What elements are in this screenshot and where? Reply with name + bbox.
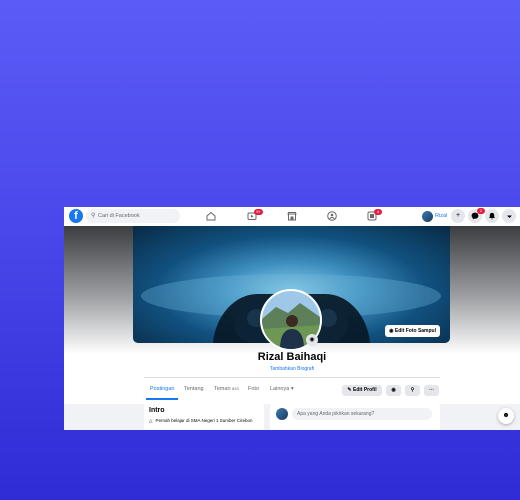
groups-badge: 4 [374,209,382,215]
caret-down-icon: ▾ [290,386,294,392]
more-options-button[interactable]: ⋯ [424,385,439,396]
intro-title: Intro [149,407,165,414]
profile-name: Rizal Baihaqi [257,351,327,363]
search-profile-button[interactable]: ⚲ [405,385,420,396]
groups-icon[interactable] [326,210,338,222]
edit-cover-button[interactable]: ◉ Edit Foto Sampul [385,325,440,337]
marketplace-icon[interactable] [286,210,298,222]
search-placeholder: Cari di Facebook [98,213,140,219]
facebook-window: f ⚲ Cari di Facebook 9+ 4 Rizal + 2 ◉ Ed… [64,207,520,430]
tab-friends-label: Teman [214,386,231,392]
tab-more-label: Lainnya [270,386,290,392]
camera-icon: ◉ [309,337,315,343]
profile-header: ◉ Edit Foto Sampul ◉ Rizal Baihaqi Tamba… [64,226,520,404]
tab-photos[interactable]: Foto [248,386,259,392]
education-text: Pernah belajar di SMA Negeri 1 Sumber Ci… [155,418,253,423]
graduation-cap-icon: △ [149,418,153,423]
edit-profile-button[interactable]: ✎ Edit Profil [342,385,382,396]
edit-profile-label: Edit Profil [352,387,377,393]
intro-card: Intro △ Pernah belajar di SMA Negeri 1 S… [144,403,264,430]
account-menu-button[interactable] [502,209,516,223]
messenger-badge: 2 [477,208,485,214]
eye-icon: ◉ [391,387,396,393]
camera-icon: ◉ [389,328,394,334]
chevron-down-icon [506,215,512,218]
change-profile-photo-button[interactable]: ◉ [306,334,318,346]
search-input[interactable]: ⚲ Cari di Facebook [86,209,180,223]
pencil-icon: ✎ [347,387,352,393]
tab-about[interactable]: Tentang [184,386,204,392]
divider [144,377,440,378]
profile-tabs: Postingan Tentang Teman 833 Foto Lainnya… [144,379,440,401]
tab-posts[interactable]: Postingan [150,386,174,392]
video-badge: 9+ [254,209,263,215]
education-item: △ Pernah belajar di SMA Negeri 1 Sumber … [149,418,259,424]
edit-cover-label: Edit Foto Sampul [394,328,436,334]
active-tab-indicator [146,398,178,400]
add-bio-link[interactable]: Tambahkan Biografi [64,366,520,372]
new-message-button[interactable]: ☻ [498,408,514,424]
tab-more[interactable]: Lainnya ▾ [270,386,294,392]
bell-icon [489,212,495,220]
avatar [276,408,288,420]
tab-friends[interactable]: Teman 833 [214,386,239,392]
friends-count: 833 [232,386,239,391]
avatar [422,210,433,222]
post-composer: Apa yang Anda pikirkan sekarang? [270,403,440,430]
search-icon: ⚲ [410,387,415,393]
whats-on-your-mind-input[interactable]: Apa yang Anda pikirkan sekarang? [292,408,432,420]
top-navbar: f ⚲ Cari di Facebook 9+ 4 Rizal + 2 [64,207,520,227]
home-icon[interactable] [205,210,217,222]
notifications-button[interactable] [485,209,499,223]
plus-icon: + [455,212,461,219]
user-profile-chip[interactable]: Rizal [421,209,451,223]
facebook-logo[interactable]: f [69,209,83,223]
user-name: Rizal [435,213,448,219]
search-icon: ⚲ [91,213,96,219]
view-as-button[interactable]: ◉ [386,385,401,396]
ellipsis-icon: ⋯ [429,387,434,393]
create-button[interactable]: + [451,209,465,223]
add-person-icon: ☻ [502,412,510,419]
